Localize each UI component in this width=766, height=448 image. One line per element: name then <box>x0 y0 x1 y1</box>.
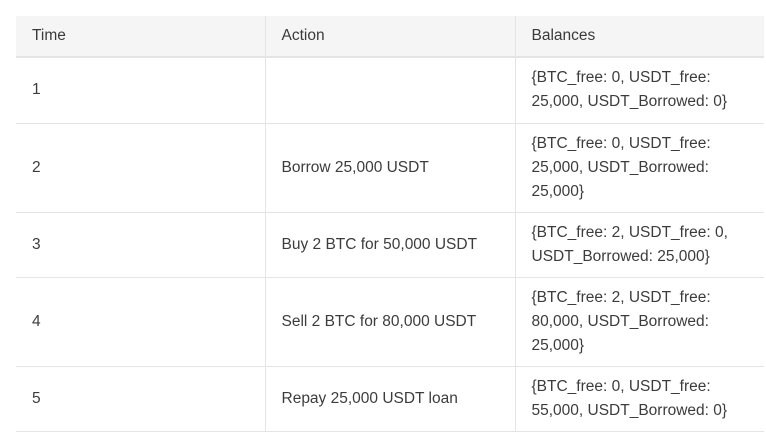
balances-table: Time Action Balances 1 {BTC_free: 0, USD… <box>16 16 764 432</box>
header-balances: Balances <box>515 16 764 58</box>
cell-time: 3 <box>16 212 266 278</box>
cell-balances: {BTC_free: 2, USDT_free: 80,000, USDT_Bo… <box>515 277 764 367</box>
cell-balances: {BTC_free: 0, USDT_free: 25,000, USDT_Bo… <box>515 57 764 124</box>
cell-balances: {BTC_free: 0, USDT_free: 25,000, USDT_Bo… <box>515 123 764 213</box>
table-header: Time Action Balances <box>16 16 764 58</box>
cell-action: Sell 2 BTC for 80,000 USDT <box>265 277 516 367</box>
cell-time: 4 <box>16 277 266 367</box>
table-row: 4 Sell 2 BTC for 80,000 USDT {BTC_free: … <box>16 277 764 367</box>
cell-time: 2 <box>16 123 266 213</box>
cell-action: Buy 2 BTC for 50,000 USDT <box>265 212 516 278</box>
table-row: 2 Borrow 25,000 USDT {BTC_free: 0, USDT_… <box>16 123 764 213</box>
header-row: Time Action Balances <box>16 16 764 58</box>
table-row: 5 Repay 25,000 USDT loan {BTC_free: 0, U… <box>16 366 764 432</box>
cell-action <box>265 57 516 124</box>
table-row: 3 Buy 2 BTC for 50,000 USDT {BTC_free: 2… <box>16 212 764 278</box>
cell-time: 1 <box>16 57 266 124</box>
cell-time: 5 <box>16 366 266 432</box>
cell-balances: {BTC_free: 2, USDT_free: 0, USDT_Borrowe… <box>515 212 764 278</box>
table-row: 1 {BTC_free: 0, USDT_free: 25,000, USDT_… <box>16 57 764 124</box>
header-time: Time <box>16 16 266 58</box>
table-body: 1 {BTC_free: 0, USDT_free: 25,000, USDT_… <box>16 57 764 432</box>
balances-table-container: Time Action Balances 1 {BTC_free: 0, USD… <box>16 16 764 432</box>
cell-action: Repay 25,000 USDT loan <box>265 366 516 432</box>
header-action: Action <box>265 16 516 58</box>
cell-action: Borrow 25,000 USDT <box>265 123 516 213</box>
cell-balances: {BTC_free: 0, USDT_free: 55,000, USDT_Bo… <box>515 366 764 432</box>
